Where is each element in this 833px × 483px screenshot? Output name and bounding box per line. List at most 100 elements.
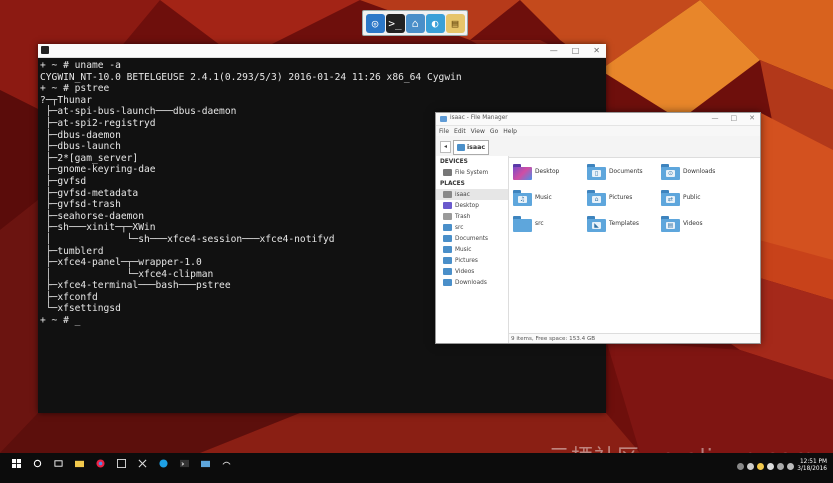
task-view-icon[interactable] (54, 459, 63, 468)
folder-item-templates[interactable]: ◣ Templates (587, 211, 661, 237)
folder-item-label: Downloads (683, 169, 716, 175)
folder-icon (443, 257, 452, 264)
sidebar-item-file-system[interactable]: File System (436, 167, 508, 178)
xwin-icon[interactable] (138, 459, 147, 468)
sidebar-item-src[interactable]: src (436, 222, 508, 233)
xming-icon[interactable] (757, 462, 765, 470)
folder-view[interactable]: Desktop ▯ Documents ⊙ Downloads ♫ Music ⌂ Pictur… (509, 156, 759, 332)
folder-emblem-icon: ♫ (518, 196, 527, 203)
chrome-icon[interactable] (96, 459, 105, 468)
menu-bar: File Edit View Go Help (436, 126, 760, 136)
folder-icon: ⊙ (661, 164, 680, 180)
folder-icon (513, 164, 532, 180)
search-icon[interactable] (33, 459, 42, 468)
sidebar-item-label: src (455, 224, 464, 231)
menu-help[interactable]: Help (503, 128, 517, 135)
folder-item-music[interactable]: ♫ Music (513, 185, 587, 211)
side-pane: DEVICES File System PLACES isaac Desktop T… (436, 156, 509, 343)
menu-go[interactable]: Go (490, 128, 498, 135)
file-manager-icon (440, 116, 447, 122)
folder-item-public[interactable]: ⇄ Public (661, 185, 735, 211)
app-finder-icon[interactable]: ◎ (365, 13, 385, 33)
menu-file[interactable]: File (439, 128, 449, 135)
thunar-task-icon[interactable] (201, 459, 210, 468)
folder-item-desktop[interactable]: Desktop (513, 159, 587, 185)
xfce-icon[interactable] (222, 459, 231, 468)
folder-item-documents[interactable]: ▯ Documents (587, 159, 661, 185)
trash-icon (443, 213, 452, 220)
network-icon[interactable] (747, 462, 755, 470)
terminal-task-icon[interactable] (180, 459, 189, 468)
menu-view[interactable]: View (471, 128, 485, 135)
sidebar-item-label: Videos (455, 268, 475, 275)
terminal-launcher-icon[interactable]: >_ (385, 13, 405, 33)
home-icon (443, 191, 452, 198)
folder-item-label: Public (683, 195, 701, 201)
folder-item-label: Templates (609, 221, 639, 227)
terminal-line: ?─┬Thunar (40, 94, 92, 106)
sidebar-item-music[interactable]: Music (436, 244, 508, 255)
clock[interactable]: 12:51 PM 3/18/2016 (797, 459, 827, 473)
system-tray: 12:51 PM 3/18/2016 (737, 459, 827, 473)
home-folder-icon[interactable]: ⌂ (405, 13, 425, 33)
places-heading: PLACES (440, 181, 465, 187)
notes-icon[interactable]: ▤ (445, 13, 465, 33)
sidebar-item-downloads[interactable]: Downloads (436, 277, 508, 288)
sidebar-item-isaac[interactable]: isaac (436, 189, 508, 200)
breadcrumb[interactable]: isaac (453, 140, 490, 155)
folder-item-pictures[interactable]: ⌂ Pictures (587, 185, 661, 211)
clock-time: 12:51 PM (799, 459, 827, 465)
app-icon[interactable] (117, 459, 126, 468)
folder-icon: ⇄ (661, 190, 680, 206)
sidebar-item-label: File System (455, 169, 489, 176)
sidebar-item-desktop[interactable]: Desktop (436, 200, 508, 211)
location-toolbar: ◂ isaac (436, 136, 760, 158)
close-icon[interactable]: ✕ (593, 46, 600, 55)
volume-icon[interactable] (767, 462, 775, 470)
sidebar-item-videos[interactable]: Videos (436, 266, 508, 277)
window-title: isaac - File Manager (450, 115, 508, 121)
sidebar-item-label: Pictures (455, 257, 478, 264)
folder-item-label: Pictures (609, 195, 633, 201)
folder-icon (443, 235, 452, 242)
folder-item-videos[interactable]: ▤ Videos (661, 211, 735, 237)
folder-item-label: Desktop (535, 169, 560, 175)
chevron-up-icon[interactable] (737, 462, 745, 470)
file-explorer-icon[interactable] (75, 459, 84, 468)
folder-icon (513, 216, 532, 232)
folder-icon: ▯ (587, 164, 606, 180)
back-button[interactable]: ◂ (440, 141, 451, 153)
terminal-line: CYGWIN_NT-10.0 BETELGEUSE 2.4.1(0.293/5/… (40, 71, 462, 83)
file-manager-window[interactable]: isaac - File Manager — □ ✕ File Edit View G… (435, 112, 761, 344)
folder-icon (443, 246, 452, 253)
folder-emblem-icon: ▯ (592, 170, 601, 177)
sidebar-item-pictures[interactable]: Pictures (436, 255, 508, 266)
sidebar-item-documents[interactable]: Documents (436, 233, 508, 244)
folder-item-src[interactable]: src (513, 211, 587, 237)
maximize-icon[interactable]: □ (572, 46, 580, 55)
terminal-line: + ~ # pstree (40, 83, 110, 95)
folder-icon: ♫ (513, 190, 532, 206)
folder-emblem-icon: ⇄ (666, 196, 675, 203)
status-bar: 9 items, Free space: 153.4 GB (509, 333, 760, 343)
sidebar-item-trash[interactable]: Trash (436, 211, 508, 222)
sidebar-item-label: Downloads (455, 279, 487, 286)
battery-icon[interactable] (777, 462, 785, 470)
keyboard-icon[interactable] (787, 462, 795, 470)
windows-start-icon[interactable] (12, 459, 21, 468)
sidebar-item-label: isaac (455, 191, 470, 198)
folder-icon (443, 268, 452, 275)
skype-icon[interactable] (159, 459, 168, 468)
close-icon[interactable]: ✕ (749, 114, 755, 122)
maximize-icon[interactable]: □ (731, 114, 738, 122)
file-manager-titlebar[interactable]: isaac - File Manager — □ ✕ (436, 113, 760, 126)
folder-item-downloads[interactable]: ⊙ Downloads (661, 159, 735, 185)
sidebar-item-label: Desktop (455, 202, 479, 209)
terminal-line: + ~ # uname -a (40, 60, 121, 71)
folder-item-label: src (535, 221, 544, 227)
menu-edit[interactable]: Edit (454, 128, 466, 135)
minimize-icon[interactable]: — (550, 46, 558, 55)
web-browser-icon[interactable]: ◐ (425, 13, 445, 33)
minimize-icon[interactable]: — (712, 114, 719, 122)
terminal-titlebar[interactable]: — □ ✕ (38, 44, 606, 58)
